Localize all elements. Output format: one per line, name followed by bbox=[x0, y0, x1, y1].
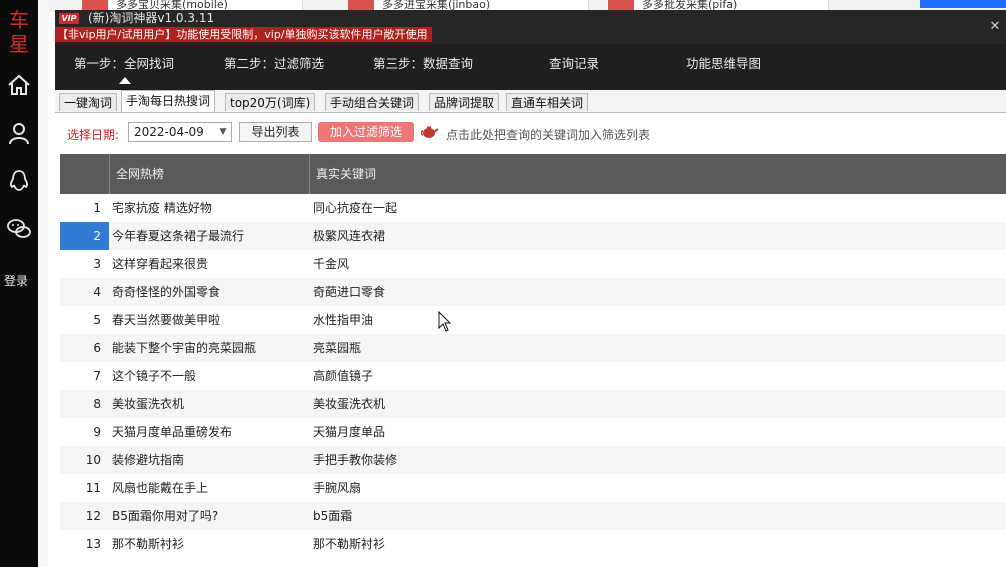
close-icon[interactable]: ✕ bbox=[988, 20, 1002, 34]
add-to-filter-button[interactable]: 加入过滤筛选 bbox=[318, 122, 414, 142]
keyword-cell[interactable]: 高颜值镜子 bbox=[310, 362, 710, 390]
grid-body: 1 宅家抗疫 精选好物 同心抗疫在一起 2 今年春夏这条裙子最流行 极繁风连衣裙 3 这样穿看… bbox=[60, 194, 1006, 558]
keyword-cell[interactable]: 手把手教你装修 bbox=[310, 446, 710, 474]
toolbar: 选择日期: 2022-04-09 ▼ 导出列表 加入过滤筛选 点击此处把查询的关… bbox=[55, 113, 1006, 153]
hot-topic-cell[interactable]: 天猫月度单品重磅发布 bbox=[109, 418, 309, 446]
table-row[interactable]: 5 春天当然要做美甲啦 水性指甲油 bbox=[60, 306, 1006, 334]
date-select[interactable]: 2022-04-09 ▼ bbox=[128, 122, 232, 142]
row-number: 4 bbox=[93, 285, 101, 299]
row-number: 5 bbox=[93, 313, 101, 327]
chevron-down-icon[interactable]: ▼ bbox=[215, 123, 231, 141]
table-row[interactable]: 9 天猫月度单品重磅发布 天猫月度单品 bbox=[60, 418, 1006, 446]
table-row[interactable]: 13 那不勒斯衬衫 那不勒斯衬衫 bbox=[60, 530, 1006, 558]
tab-bar: 一键淘词 手淘每日热搜词 top20万(词库) 手动组合关键词 品牌词提取 直通… bbox=[55, 90, 1006, 113]
qq-icon[interactable] bbox=[6, 168, 32, 194]
export-list-button[interactable]: 导出列表 bbox=[239, 122, 312, 142]
row-number: 6 bbox=[93, 341, 101, 355]
login-link[interactable]: 登录 bbox=[0, 272, 32, 289]
table-row[interactable]: 6 能装下整个宇宙的亮菜园瓶 亮菜园瓶 bbox=[60, 334, 1006, 362]
row-number: 9 bbox=[93, 425, 101, 439]
title-bar: VIP (新)淘词神器v1.0.3.11 ✕ 【非vip用户/试用用户】功能使用… bbox=[55, 10, 1006, 44]
table-row[interactable]: 10 装修避坑指南 手把手教你装修 bbox=[60, 446, 1006, 474]
tab-top200k[interactable]: top20万(词库) bbox=[225, 93, 316, 111]
row-number: 7 bbox=[93, 369, 101, 383]
hot-topic-cell[interactable]: 风扇也能戴在手上 bbox=[109, 474, 309, 502]
hot-topic-cell[interactable]: 今年春夏这条裙子最流行 bbox=[109, 222, 309, 250]
grid-header: 全网热榜 真实关键词 bbox=[60, 154, 1006, 194]
date-label: 选择日期: bbox=[67, 128, 120, 142]
keyword-cell[interactable]: 亮菜园瓶 bbox=[310, 334, 710, 362]
hint-text: 点击此处把查询的关键词加入筛选列表 bbox=[446, 128, 651, 142]
keyword-grid: 全网热榜 真实关键词 1 宅家抗疫 精选好物 同心抗疫在一起 2 今年春夏这条裙子最流行… bbox=[60, 154, 1006, 567]
keyword-cell[interactable]: 千金风 bbox=[310, 250, 710, 278]
table-row[interactable]: 7 这个镜子不一般 高颜值镜子 bbox=[60, 362, 1006, 390]
keyword-cell[interactable]: 那不勒斯衬衫 bbox=[310, 530, 710, 558]
keyword-cell[interactable]: 同心抗疫在一起 bbox=[310, 194, 710, 222]
row-number: 10 bbox=[85, 453, 101, 467]
table-row[interactable]: 11 风扇也能戴在手上 手腕风扇 bbox=[60, 474, 1006, 502]
row-number: 12 bbox=[85, 509, 101, 523]
tab-one-click[interactable]: 一键淘词 bbox=[59, 93, 118, 111]
vip-badge: VIP bbox=[59, 13, 79, 24]
hot-topic-cell[interactable]: 这样穿看起来很贵 bbox=[109, 250, 309, 278]
logo-char-1: 车 bbox=[9, 8, 29, 32]
home-icon[interactable] bbox=[6, 72, 32, 98]
keyword-cell[interactable]: 天猫月度单品 bbox=[310, 418, 710, 446]
row-number: 8 bbox=[93, 397, 101, 411]
keyword-cell[interactable]: 美妆蛋洗衣机 bbox=[310, 390, 710, 418]
tab-manual-combine[interactable]: 手动组合关键词 bbox=[325, 93, 420, 111]
keyword-cell[interactable]: 手腕风扇 bbox=[310, 474, 710, 502]
left-sidebar: 车 星 登录 bbox=[0, 0, 38, 567]
keyword-cell[interactable]: 极繁风连衣裙 bbox=[310, 222, 710, 250]
app-window: VIP (新)淘词神器v1.0.3.11 ✕ 【非vip用户/试用用户】功能使用… bbox=[55, 10, 1006, 567]
wechat-icon[interactable] bbox=[6, 216, 32, 242]
tab-daily-hot[interactable]: 手淘每日热搜词 bbox=[121, 90, 216, 112]
hot-topic-cell[interactable]: 装修避坑指南 bbox=[109, 446, 309, 474]
keyword-cell[interactable]: b5面霜 bbox=[310, 502, 710, 530]
step-navigation: 第一步：全网找词 第二步：过滤筛选 第三步：数据查询 查询记录 功能思维导图 bbox=[55, 44, 1006, 90]
background-blue-element bbox=[920, 0, 1006, 8]
table-row[interactable]: 3 这样穿看起来很贵 千金风 bbox=[60, 250, 1006, 278]
window-title: (新)淘词神器v1.0.3.11 bbox=[88, 11, 215, 25]
background-desktop bbox=[38, 0, 48, 567]
user-icon[interactable] bbox=[6, 120, 32, 146]
table-row[interactable]: 4 奇奇怪怪的外国零食 奇葩进口零食 bbox=[60, 278, 1006, 306]
row-number: 2 bbox=[60, 222, 109, 250]
hot-topic-cell[interactable]: 能装下整个宇宙的亮菜园瓶 bbox=[109, 334, 309, 362]
step-mind-map[interactable]: 功能思维导图 bbox=[686, 53, 761, 72]
hot-topic-cell[interactable]: 奇奇怪怪的外国零食 bbox=[109, 278, 309, 306]
tab-brand-words[interactable]: 品牌词提取 bbox=[429, 93, 500, 111]
vip-warning-banner: 【非vip用户/试用用户】功能使用受限制，vip/单独购买该软件用户敞开使用 bbox=[55, 27, 432, 42]
keyword-cell[interactable]: 水性指甲油 bbox=[310, 306, 710, 334]
row-number: 1 bbox=[93, 201, 101, 215]
hot-topic-cell[interactable]: 美妆蛋洗衣机 bbox=[109, 390, 309, 418]
step-data-query[interactable]: 第三步：数据查询 bbox=[373, 53, 473, 72]
date-value: 2022-04-09 bbox=[134, 125, 204, 139]
column-header-hot[interactable]: 全网热榜 bbox=[109, 154, 309, 194]
logo-char-2: 星 bbox=[9, 32, 29, 56]
hot-topic-cell[interactable]: 春天当然要做美甲啦 bbox=[109, 306, 309, 334]
table-row[interactable]: 1 宅家抗疫 精选好物 同心抗疫在一起 bbox=[60, 194, 1006, 222]
row-number: 13 bbox=[85, 537, 101, 551]
teapot-icon bbox=[421, 126, 439, 138]
hot-topic-cell[interactable]: 这个镜子不一般 bbox=[109, 362, 309, 390]
column-header-keyword[interactable]: 真实关键词 bbox=[309, 154, 1006, 194]
hot-topic-cell[interactable]: B5面霜你用对了吗? bbox=[109, 502, 309, 530]
step-filter[interactable]: 第二步：过滤筛选 bbox=[224, 53, 324, 72]
mouse-cursor-icon bbox=[438, 311, 452, 332]
table-row[interactable]: 12 B5面霜你用对了吗? b5面霜 bbox=[60, 502, 1006, 530]
keyword-cell[interactable]: 奇葩进口零食 bbox=[310, 278, 710, 306]
hot-topic-cell[interactable]: 宅家抗疫 精选好物 bbox=[109, 194, 309, 222]
step-query-history[interactable]: 查询记录 bbox=[549, 53, 599, 72]
step-find-words[interactable]: 第一步：全网找词 bbox=[74, 53, 174, 72]
table-row[interactable]: 8 美妆蛋洗衣机 美妆蛋洗衣机 bbox=[60, 390, 1006, 418]
row-number: 11 bbox=[85, 481, 101, 495]
row-number: 3 bbox=[93, 257, 101, 271]
hot-topic-cell[interactable]: 那不勒斯衬衫 bbox=[109, 530, 309, 558]
table-row[interactable]: 2 今年春夏这条裙子最流行 极繁风连衣裙 bbox=[60, 222, 1006, 250]
active-step-indicator bbox=[119, 77, 131, 84]
tab-through-train[interactable]: 直通车相关词 bbox=[506, 93, 589, 111]
